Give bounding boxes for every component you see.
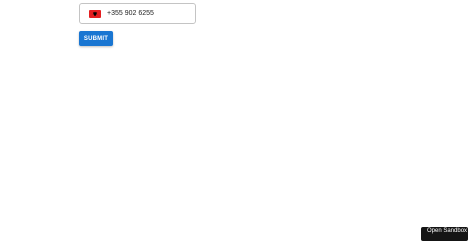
albania-flag-icon [89,9,101,18]
submit-button[interactable]: SUBMIT [79,31,113,46]
phone-number-input[interactable] [107,7,187,20]
open-sandbox-button[interactable]: Open Sandbox [421,227,468,241]
phone-field [79,3,196,24]
country-selector[interactable] [89,9,101,18]
page: SUBMIT Open Sandbox [0,0,474,248]
